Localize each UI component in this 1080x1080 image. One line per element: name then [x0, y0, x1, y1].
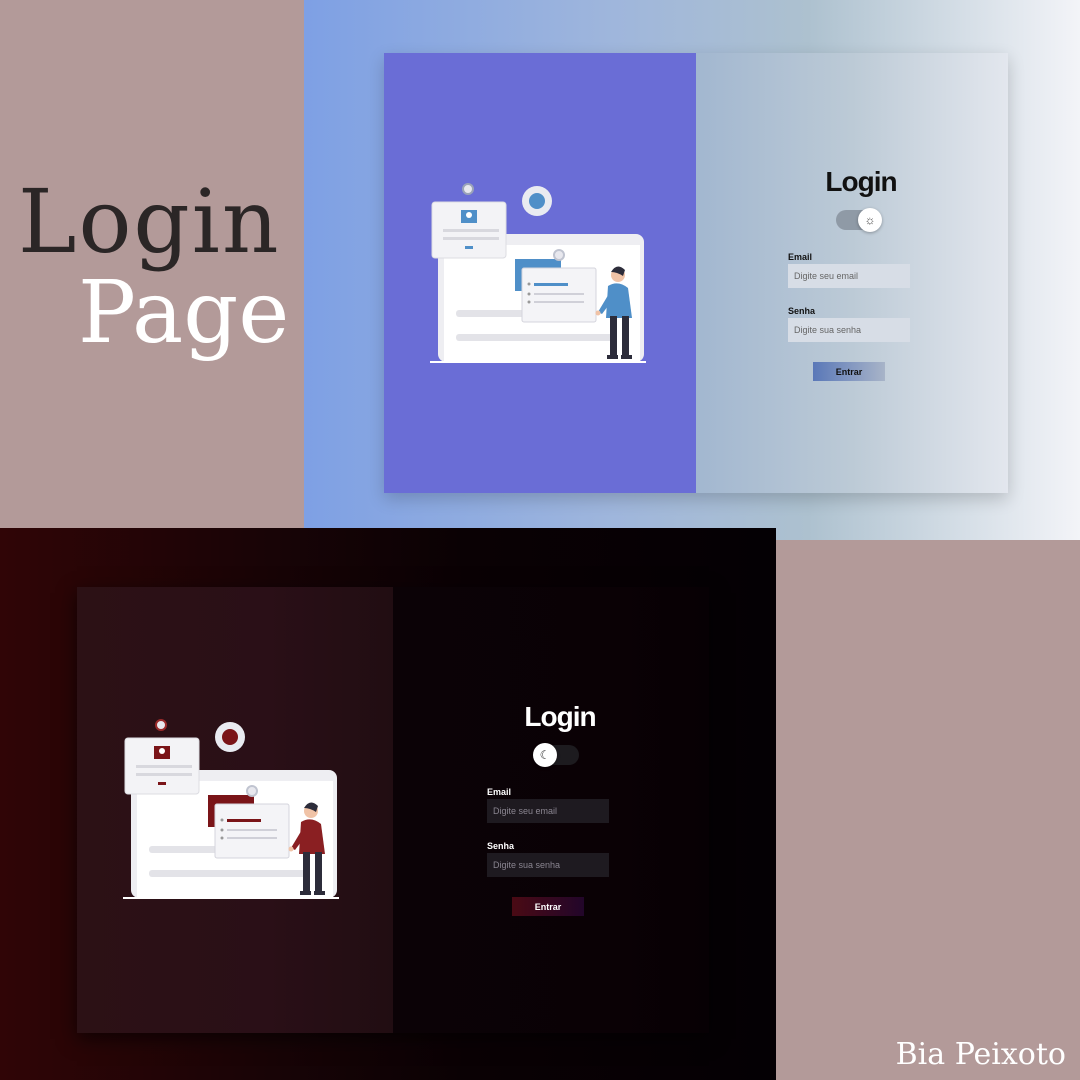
showcase-title-line2: Page [78, 263, 290, 363]
password-label: Senha [487, 841, 515, 851]
login-form: Login ☼ Email Senha Entrar [788, 166, 928, 381]
login-illustration [123, 718, 343, 902]
moon-icon: ☾ [533, 743, 557, 767]
sun-icon: ☼ [858, 208, 882, 232]
form-panel: Login ☼ Email Senha Entrar [696, 53, 1008, 493]
login-illustration [430, 182, 650, 366]
login-title: Login [524, 701, 596, 732]
showcase-title-line1: Login [18, 170, 281, 273]
password-input[interactable] [788, 318, 910, 342]
showcase-title: Login Page [18, 170, 290, 363]
password-input[interactable] [487, 853, 609, 877]
submit-button[interactable]: Entrar [813, 362, 885, 381]
illustration-panel [77, 587, 393, 1033]
author-credit: Bia Peixoto [895, 1037, 1066, 1072]
password-label: Senha [788, 306, 816, 316]
email-label: Email [487, 787, 512, 797]
login-card-light: Login ☼ Email Senha Entrar [384, 53, 1008, 493]
login-form: Login ☾ Email Senha Entrar [487, 701, 627, 916]
light-theme-screenshot: Login ☼ Email Senha Entrar [304, 0, 1080, 540]
login-title: Login [825, 166, 897, 197]
login-card-dark: Login ☾ Email Senha Entrar [77, 587, 709, 1033]
illustration-panel [384, 53, 696, 493]
theme-toggle[interactable]: ☼ [836, 208, 882, 232]
email-label: Email [788, 252, 813, 262]
email-input[interactable] [788, 264, 910, 288]
email-input[interactable] [487, 799, 609, 823]
theme-toggle[interactable]: ☾ [533, 743, 579, 767]
submit-button[interactable]: Entrar [512, 897, 584, 916]
dark-theme-screenshot: Login ☾ Email Senha Entrar [0, 528, 776, 1080]
form-panel: Login ☾ Email Senha Entrar [393, 587, 709, 1033]
